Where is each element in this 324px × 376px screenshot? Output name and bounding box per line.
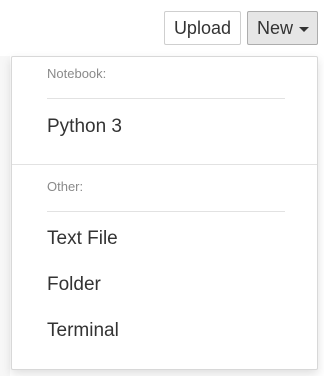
menu-item-terminal[interactable]: Terminal [47,320,119,342]
new-dropdown-screen: Upload New Notebook: Python 3 Other: Tex… [0,0,324,376]
new-button-label: New [256,17,293,38]
file-toolbar: Upload New [163,11,318,45]
menu-item-text-file[interactable]: Text File [47,228,118,250]
upload-button-label: Upload [173,17,231,38]
other-header-rule [47,211,285,212]
notebook-header-rule [47,98,285,99]
menu-item-python-3[interactable]: Python 3 [47,116,122,138]
menu-item-folder[interactable]: Folder [47,274,101,296]
new-dropdown-menu: Notebook: Python 3 Other: Text File Fold… [11,56,318,370]
menu-divider [12,164,317,165]
background-panel-edge [0,56,10,376]
upload-button[interactable]: Upload [163,11,241,45]
new-dropdown-button[interactable]: New [246,11,318,45]
notebook-section-header: Notebook: [47,66,107,81]
caret-down-icon [299,26,309,32]
other-section-header: Other: [47,179,84,194]
